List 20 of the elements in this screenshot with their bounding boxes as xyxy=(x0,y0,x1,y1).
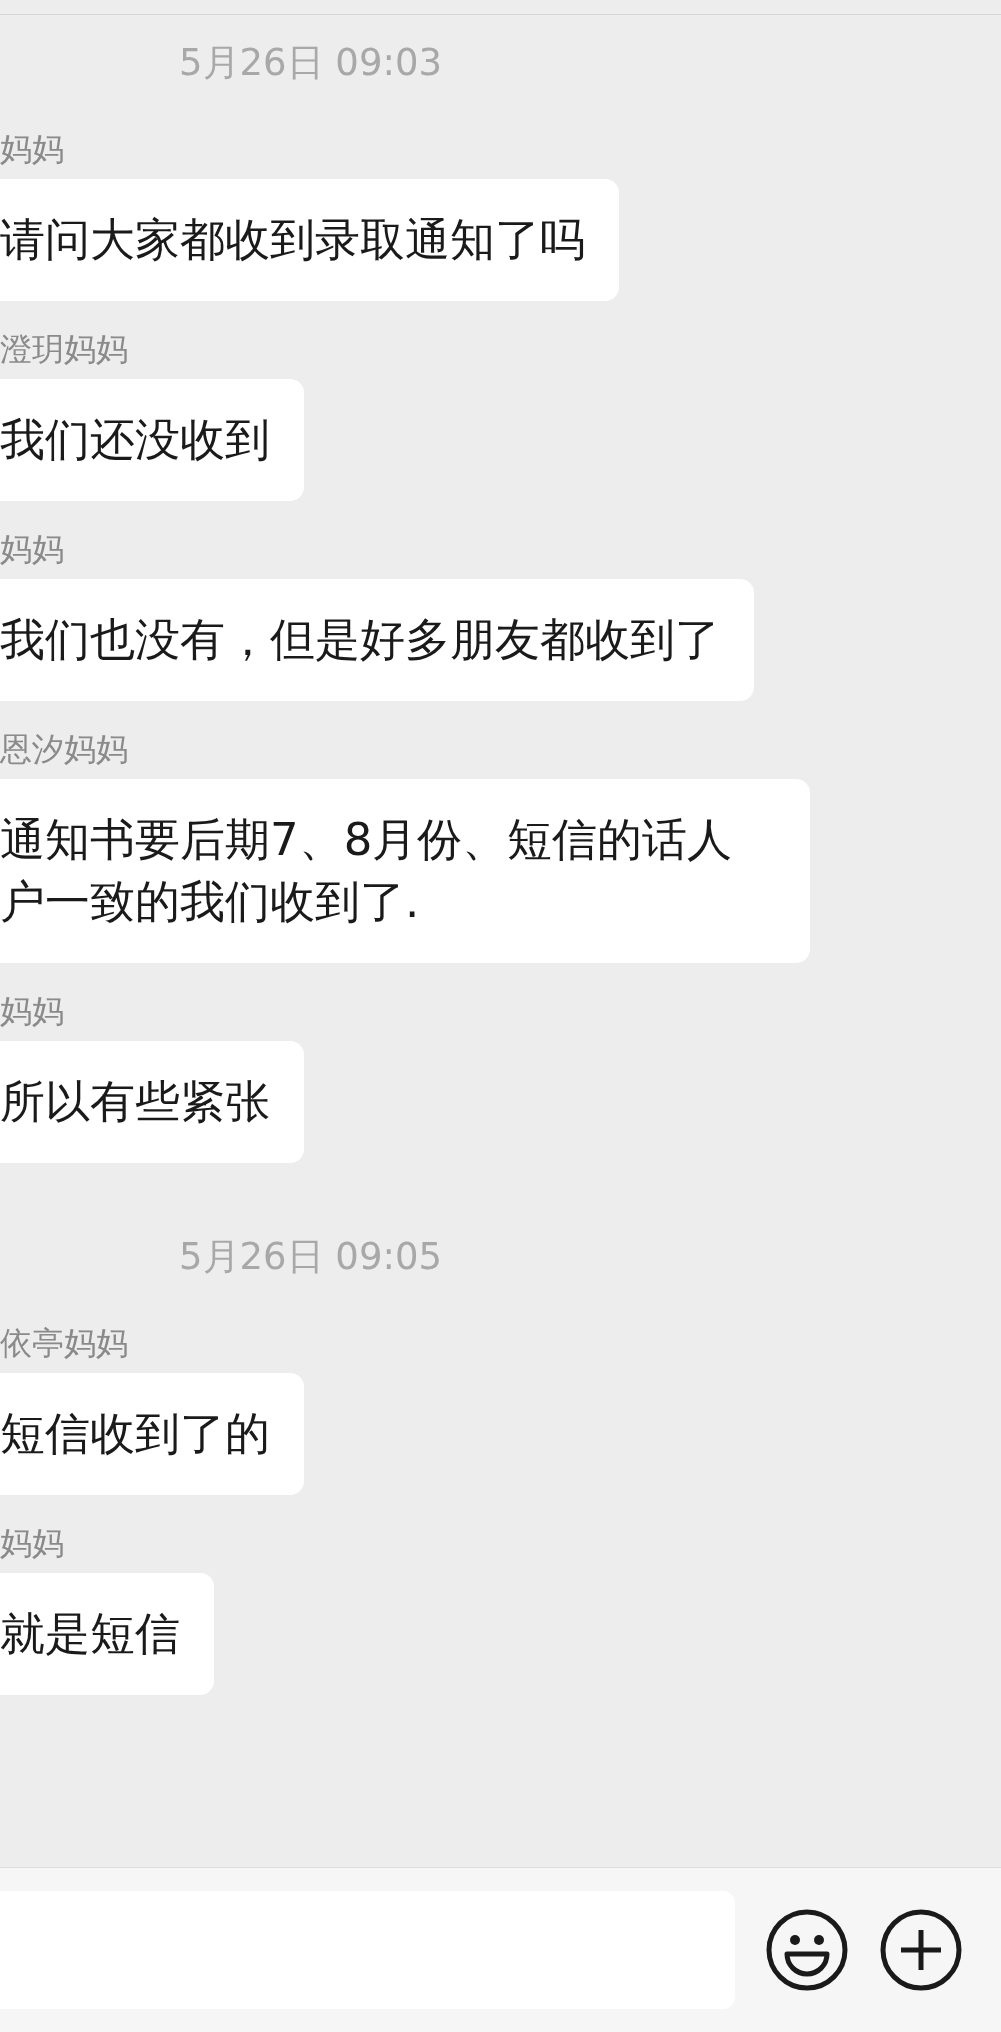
message-bubble: 就是短信 xyxy=(0,1573,214,1695)
message-bubble: 我们也没有，但是好多朋友都收到了 xyxy=(0,579,754,701)
timestamp: 5月26日 09:03 xyxy=(179,41,442,85)
emoji-button[interactable] xyxy=(765,1908,849,1992)
more-button[interactable] xyxy=(879,1908,963,1992)
message-bubble: 所以有些紧张 xyxy=(0,1041,304,1163)
sender-name: 依亭妈妈 xyxy=(0,1323,128,1363)
sender-name: 妈妈 xyxy=(0,129,64,169)
message-bubble: 短信收到了的 xyxy=(0,1373,304,1495)
sender-name: 妈妈 xyxy=(0,991,64,1031)
sender-name: 恩汐妈妈 xyxy=(0,729,128,769)
timestamp: 5月26日 09:05 xyxy=(179,1235,442,1279)
message-bubble: 我们还没收到 xyxy=(0,379,304,501)
message-bubble: 通知书要后期7、8月份、短信的话人户一致的我们收到了. xyxy=(0,779,810,963)
sender-name: 妈妈 xyxy=(0,1523,64,1563)
plus-icon xyxy=(879,1908,963,1992)
sender-name: 澄玥妈妈 xyxy=(0,329,128,369)
smiley-icon xyxy=(765,1908,849,1992)
message-bubble: 请问大家都收到录取通知了吗 xyxy=(0,179,619,301)
sender-name: 妈妈 xyxy=(0,529,64,569)
